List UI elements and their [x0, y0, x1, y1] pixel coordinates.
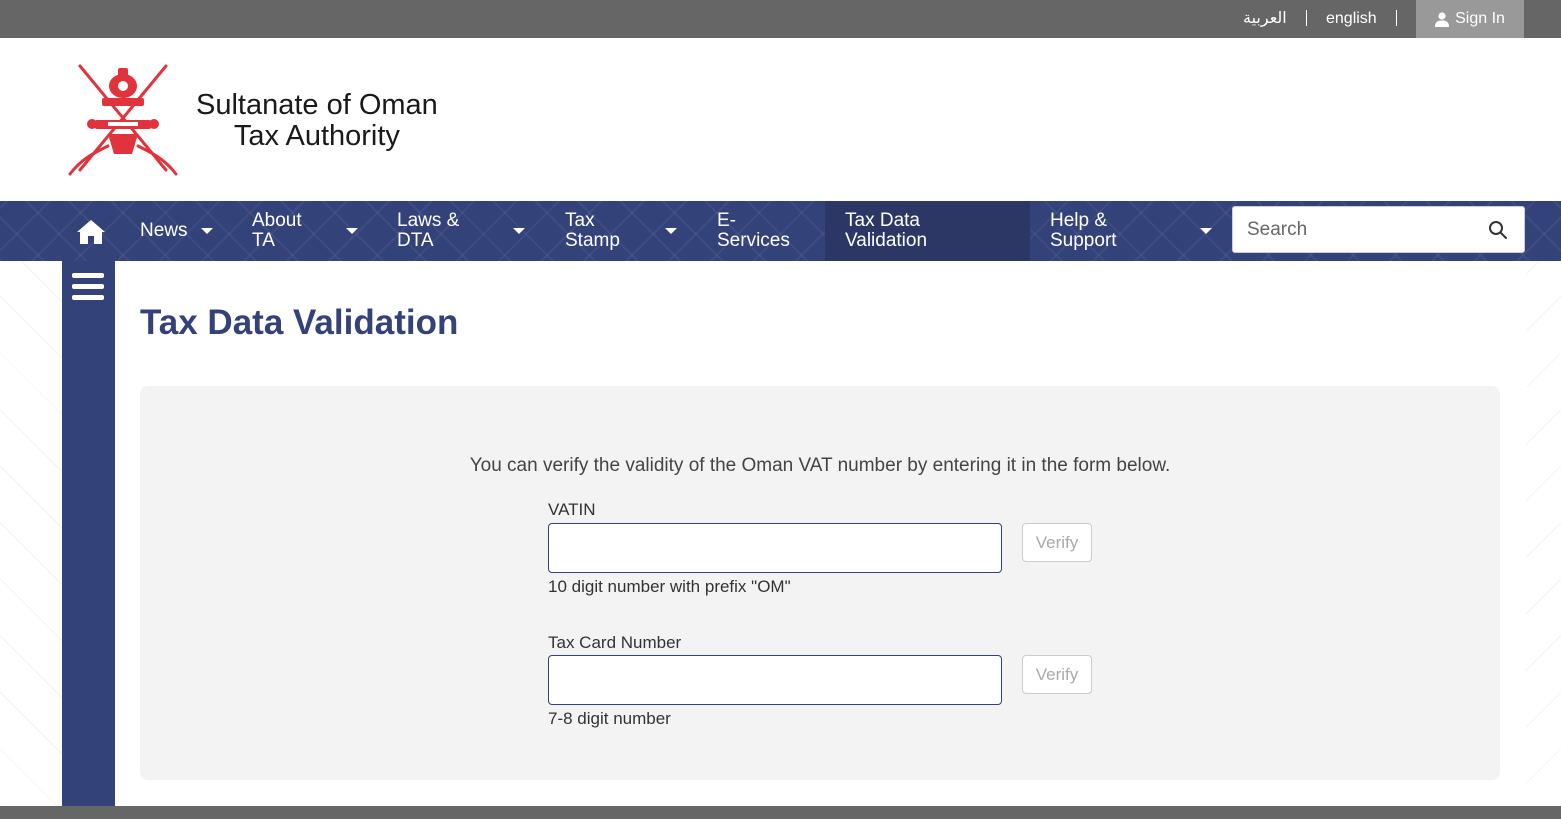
- divider: [1306, 10, 1307, 26]
- sign-in-button[interactable]: Sign In: [1416, 0, 1524, 38]
- home-icon[interactable]: [76, 219, 106, 245]
- background-pattern: [1526, 261, 1561, 806]
- nav-item-label: E-Services: [717, 210, 790, 251]
- nav-item-label: Tax Data Validation: [845, 210, 928, 251]
- nav-item-about-ta[interactable]: About TA: [252, 201, 322, 261]
- nav-item-laws-dta[interactable]: Laws & DTA: [397, 201, 477, 261]
- verify-vatin-button[interactable]: Verify: [1022, 523, 1092, 562]
- hamburger-menu-icon[interactable]: [72, 273, 104, 301]
- nav-item-label: About TA: [252, 210, 302, 251]
- nav-item-e-services[interactable]: E-Services: [717, 201, 807, 261]
- search-input[interactable]: [1247, 217, 1477, 243]
- nav-item-label: Tax Stamp: [565, 210, 620, 251]
- vatin-hint: 10 digit number with prefix "OM": [548, 577, 791, 596]
- nav-item-help-support[interactable]: Help & Support: [1050, 201, 1140, 261]
- chevron-down-icon[interactable]: [665, 228, 677, 234]
- divider: [1396, 10, 1397, 26]
- chevron-down-icon[interactable]: [1200, 228, 1212, 234]
- arabic-language-link[interactable]: العربية: [1243, 0, 1287, 38]
- nav-item-label: Laws & DTA: [397, 210, 460, 251]
- brand-name: Sultanate of Oman Tax Authority: [196, 90, 438, 152]
- vatin-input[interactable]: [548, 523, 1002, 573]
- chevron-down-icon[interactable]: [346, 228, 358, 234]
- chevron-down-icon[interactable]: [513, 228, 525, 234]
- search-box: [1232, 206, 1525, 253]
- chevron-down-icon[interactable]: [201, 228, 213, 234]
- vatin-label: VATIN: [548, 500, 596, 519]
- user-icon: [1435, 11, 1450, 27]
- tax-card-number-label: Tax Card Number: [548, 633, 682, 652]
- nav-item-news[interactable]: News: [140, 201, 230, 261]
- footer-bar: [0, 806, 1561, 819]
- english-language-link[interactable]: english: [1326, 0, 1377, 38]
- tax-card-number-hint: 7-8 digit number: [548, 709, 671, 728]
- background-pattern: [0, 261, 62, 806]
- site-header: Sultanate of Oman Tax Authority: [0, 38, 1561, 201]
- search-icon[interactable]: [1488, 220, 1508, 240]
- verify-tax-card-button[interactable]: Verify: [1022, 655, 1092, 694]
- nav-item-tax-data-validation[interactable]: Tax Data Validation: [825, 201, 1030, 261]
- tax-card-number-input[interactable]: [548, 655, 1002, 705]
- validation-form-panel: [140, 386, 1500, 780]
- form-intro-text: You can verify the validity of the Oman …: [469, 455, 1171, 476]
- side-menu-rail: [62, 261, 115, 819]
- sign-in-label: Sign In: [1455, 10, 1505, 27]
- brand-line-country: Sultanate of Oman: [196, 89, 438, 121]
- top-bar: العربية english Sign In: [0, 0, 1561, 38]
- page-title: Tax Data Validation: [140, 303, 459, 342]
- nav-item-label: Help & Support: [1050, 210, 1117, 251]
- oman-emblem-logo[interactable]: [62, 62, 184, 178]
- brand-line-authority: Tax Authority: [233, 120, 400, 152]
- nav-item-label: News: [140, 220, 188, 241]
- nav-item-tax-stamp[interactable]: Tax Stamp: [565, 201, 635, 261]
